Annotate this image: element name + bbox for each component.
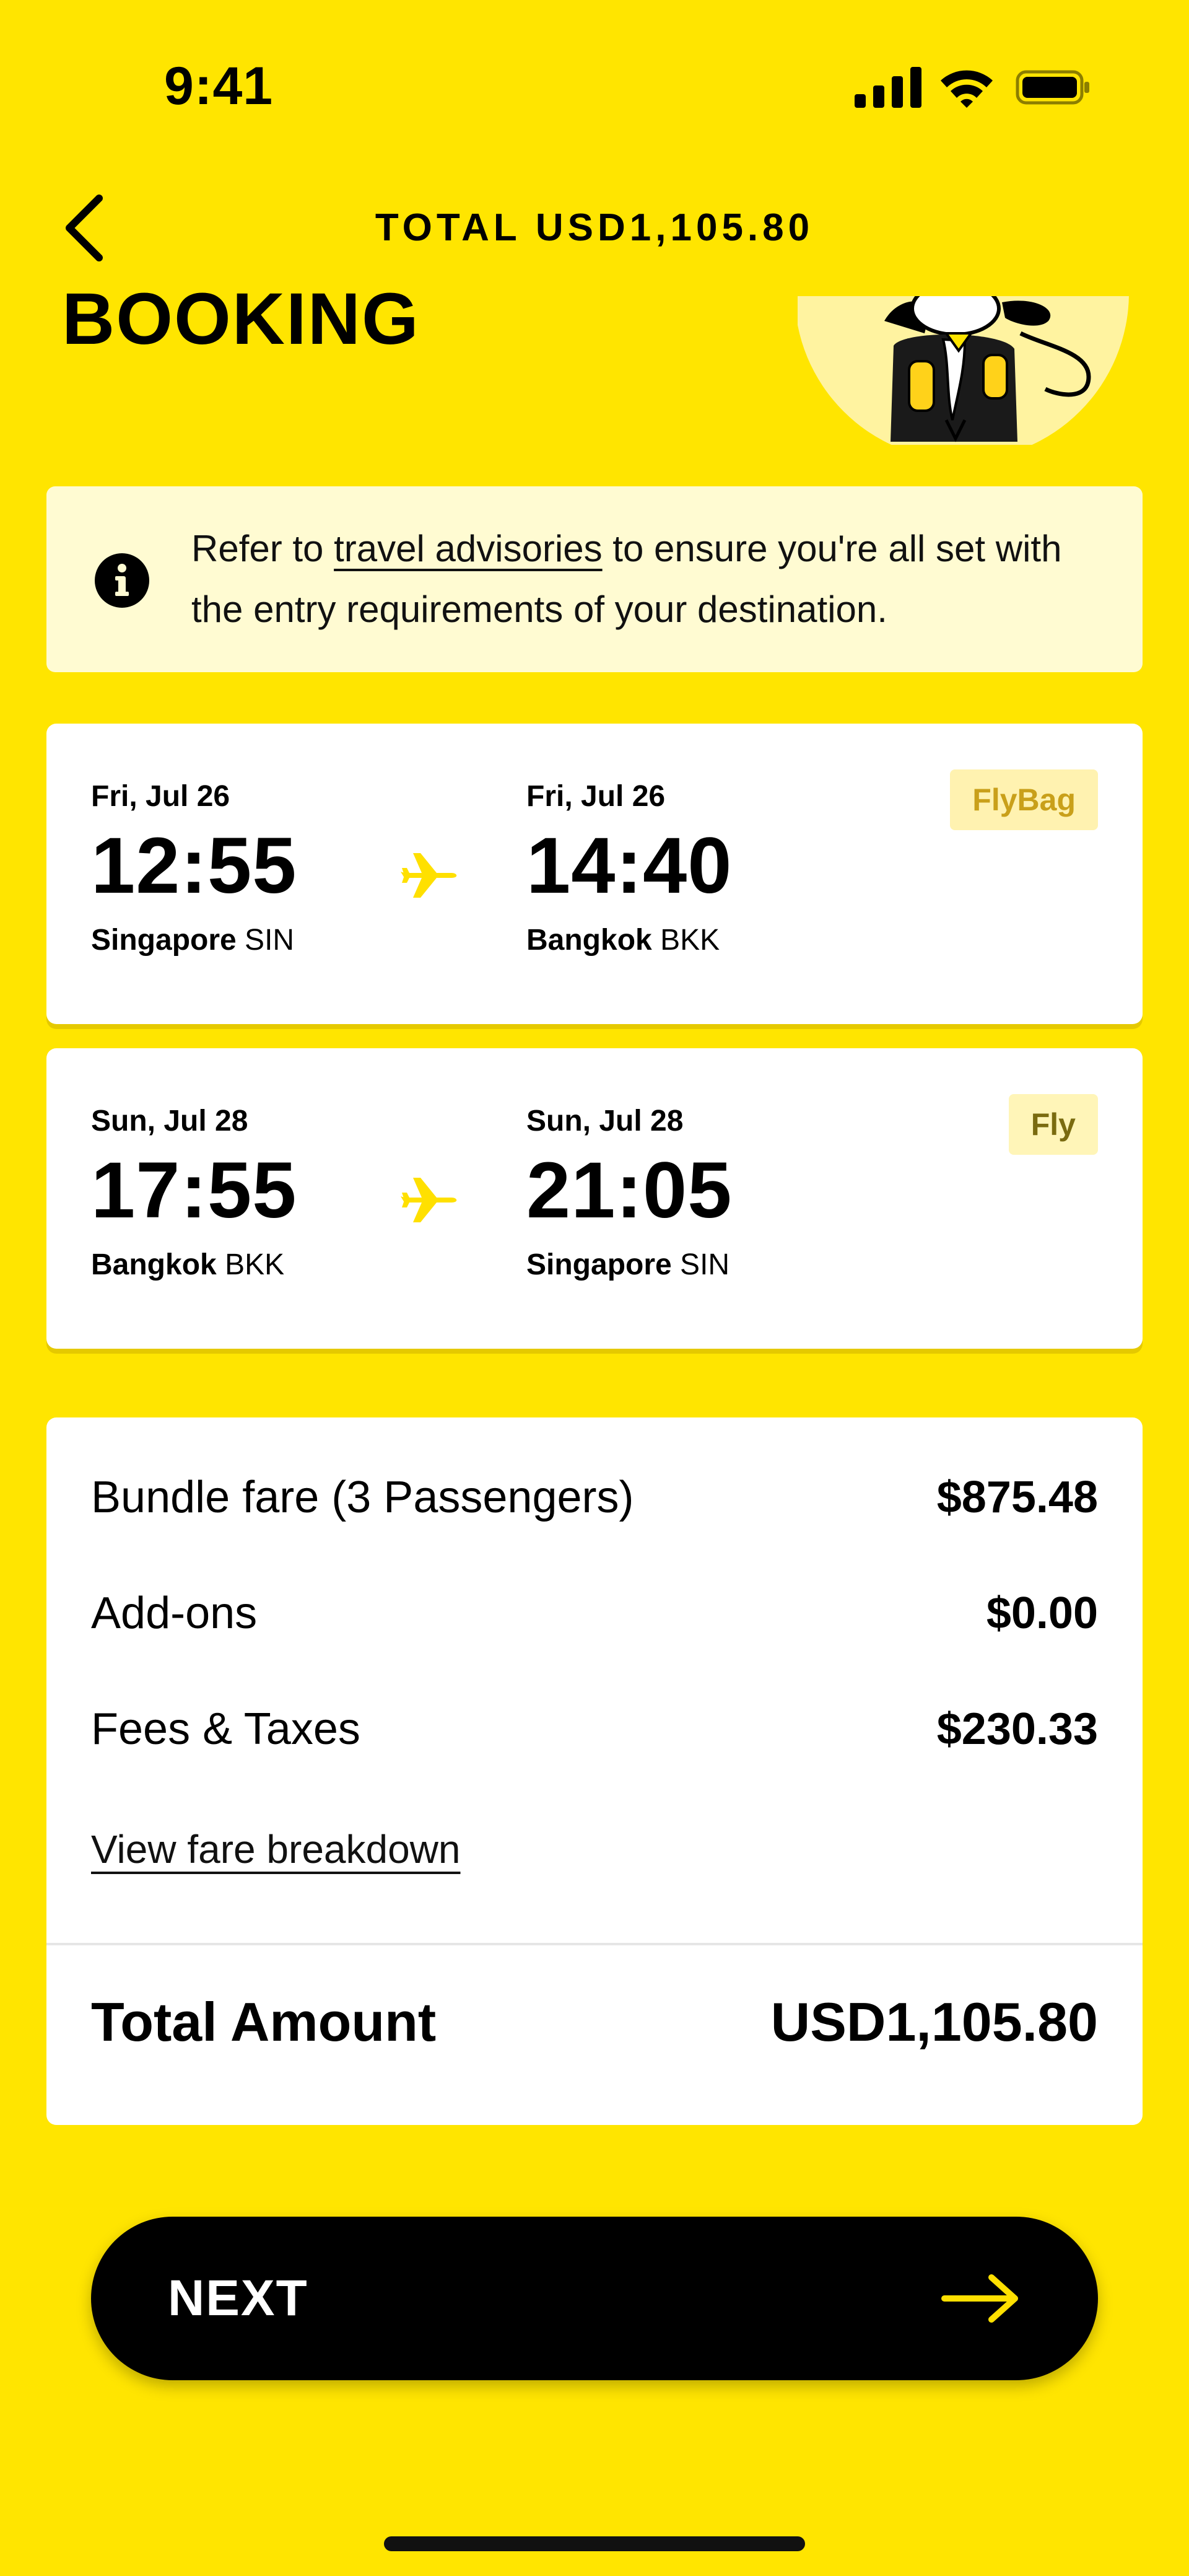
bundle-badge: FlyBag [950, 769, 1098, 830]
departure-location: Bangkok BKK [91, 1248, 284, 1282]
fare-value: $230.33 [936, 1704, 1098, 1754]
arrow-right-icon [941, 2272, 1021, 2324]
total-amount-label: Total Amount [91, 1991, 437, 2052]
status-time: 9:41 [164, 56, 274, 116]
arrival-city: Singapore [526, 1248, 672, 1281]
departure-date: Fri, Jul 26 [91, 780, 230, 813]
view-fare-breakdown-link[interactable]: View fare breakdown [91, 1826, 461, 1872]
flight-card-return[interactable]: Sun, Jul 28 17:55 Bangkok BKK Sun, Jul 2… [46, 1048, 1143, 1349]
fare-row-fees: Fees & Taxes $230.33 [91, 1704, 1098, 1766]
arrival-time: 14:40 [526, 821, 733, 910]
plane-icon [399, 1169, 461, 1231]
total-amount-value: USD1,105.80 [770, 1991, 1098, 2052]
mascot-illustration [798, 296, 1132, 445]
travel-advisory-banner: Refer to travel advisories to ensure you… [46, 486, 1143, 672]
fare-row-addons: Add-ons $0.00 [91, 1588, 1098, 1650]
arrival-code: BKK [660, 924, 720, 957]
fare-value: $0.00 [986, 1588, 1098, 1638]
departure-city: Singapore [91, 924, 237, 957]
arrival-date: Fri, Jul 26 [526, 780, 666, 813]
wifi-icon [938, 67, 995, 108]
plane-icon [399, 844, 461, 906]
arrival-city: Bangkok [526, 924, 652, 957]
next-button[interactable]: NEXT [91, 2217, 1098, 2380]
page-title: BOOKING [62, 278, 420, 360]
header-total: TOTAL USD1,105.80 [375, 206, 814, 249]
fare-row-bundle: Bundle fare (3 Passengers) $875.48 [91, 1472, 1098, 1534]
travel-advisories-link[interactable]: travel advisories [334, 528, 603, 569]
advisory-text: Refer to travel advisories to ensure you… [191, 519, 1108, 640]
info-icon [95, 553, 149, 608]
arrival-code: SIN [680, 1248, 730, 1281]
fare-label: Add-ons [91, 1588, 258, 1638]
departure-date: Sun, Jul 28 [91, 1105, 248, 1137]
fare-summary-card: Bundle fare (3 Passengers) $875.48 Add-o… [46, 1417, 1143, 2125]
divider [46, 1943, 1143, 1945]
booking-screen: 9:41 TOTAL USD1,105.80 BOOKING Refer to … [0, 0, 1189, 2576]
departure-time: 17:55 [91, 1146, 297, 1235]
next-button-label: NEXT [168, 2270, 308, 2326]
fare-label: Bundle fare (3 Passengers) [91, 1473, 634, 1522]
arrival-location: Singapore SIN [526, 1248, 730, 1282]
departure-location: Singapore SIN [91, 923, 294, 957]
flight-card-outbound[interactable]: Fri, Jul 26 12:55 Singapore SIN Fri, Jul… [46, 724, 1143, 1024]
status-icons [855, 67, 1090, 108]
bundle-badge: Fly [1008, 1094, 1098, 1155]
advisory-text-before: Refer to [191, 528, 334, 569]
departure-code: SIN [245, 924, 295, 957]
home-indicator[interactable] [384, 2536, 805, 2551]
arrival-date: Sun, Jul 28 [526, 1105, 684, 1137]
fare-value: $875.48 [936, 1473, 1098, 1522]
cellular-signal-icon [855, 67, 921, 108]
departure-code: BKK [225, 1248, 285, 1281]
departure-time: 12:55 [91, 821, 297, 910]
battery-icon [1016, 67, 1090, 108]
departure-city: Bangkok [91, 1248, 217, 1281]
arrival-location: Bangkok BKK [526, 923, 720, 957]
arrival-time: 21:05 [526, 1146, 733, 1235]
fare-label: Fees & Taxes [91, 1704, 360, 1754]
